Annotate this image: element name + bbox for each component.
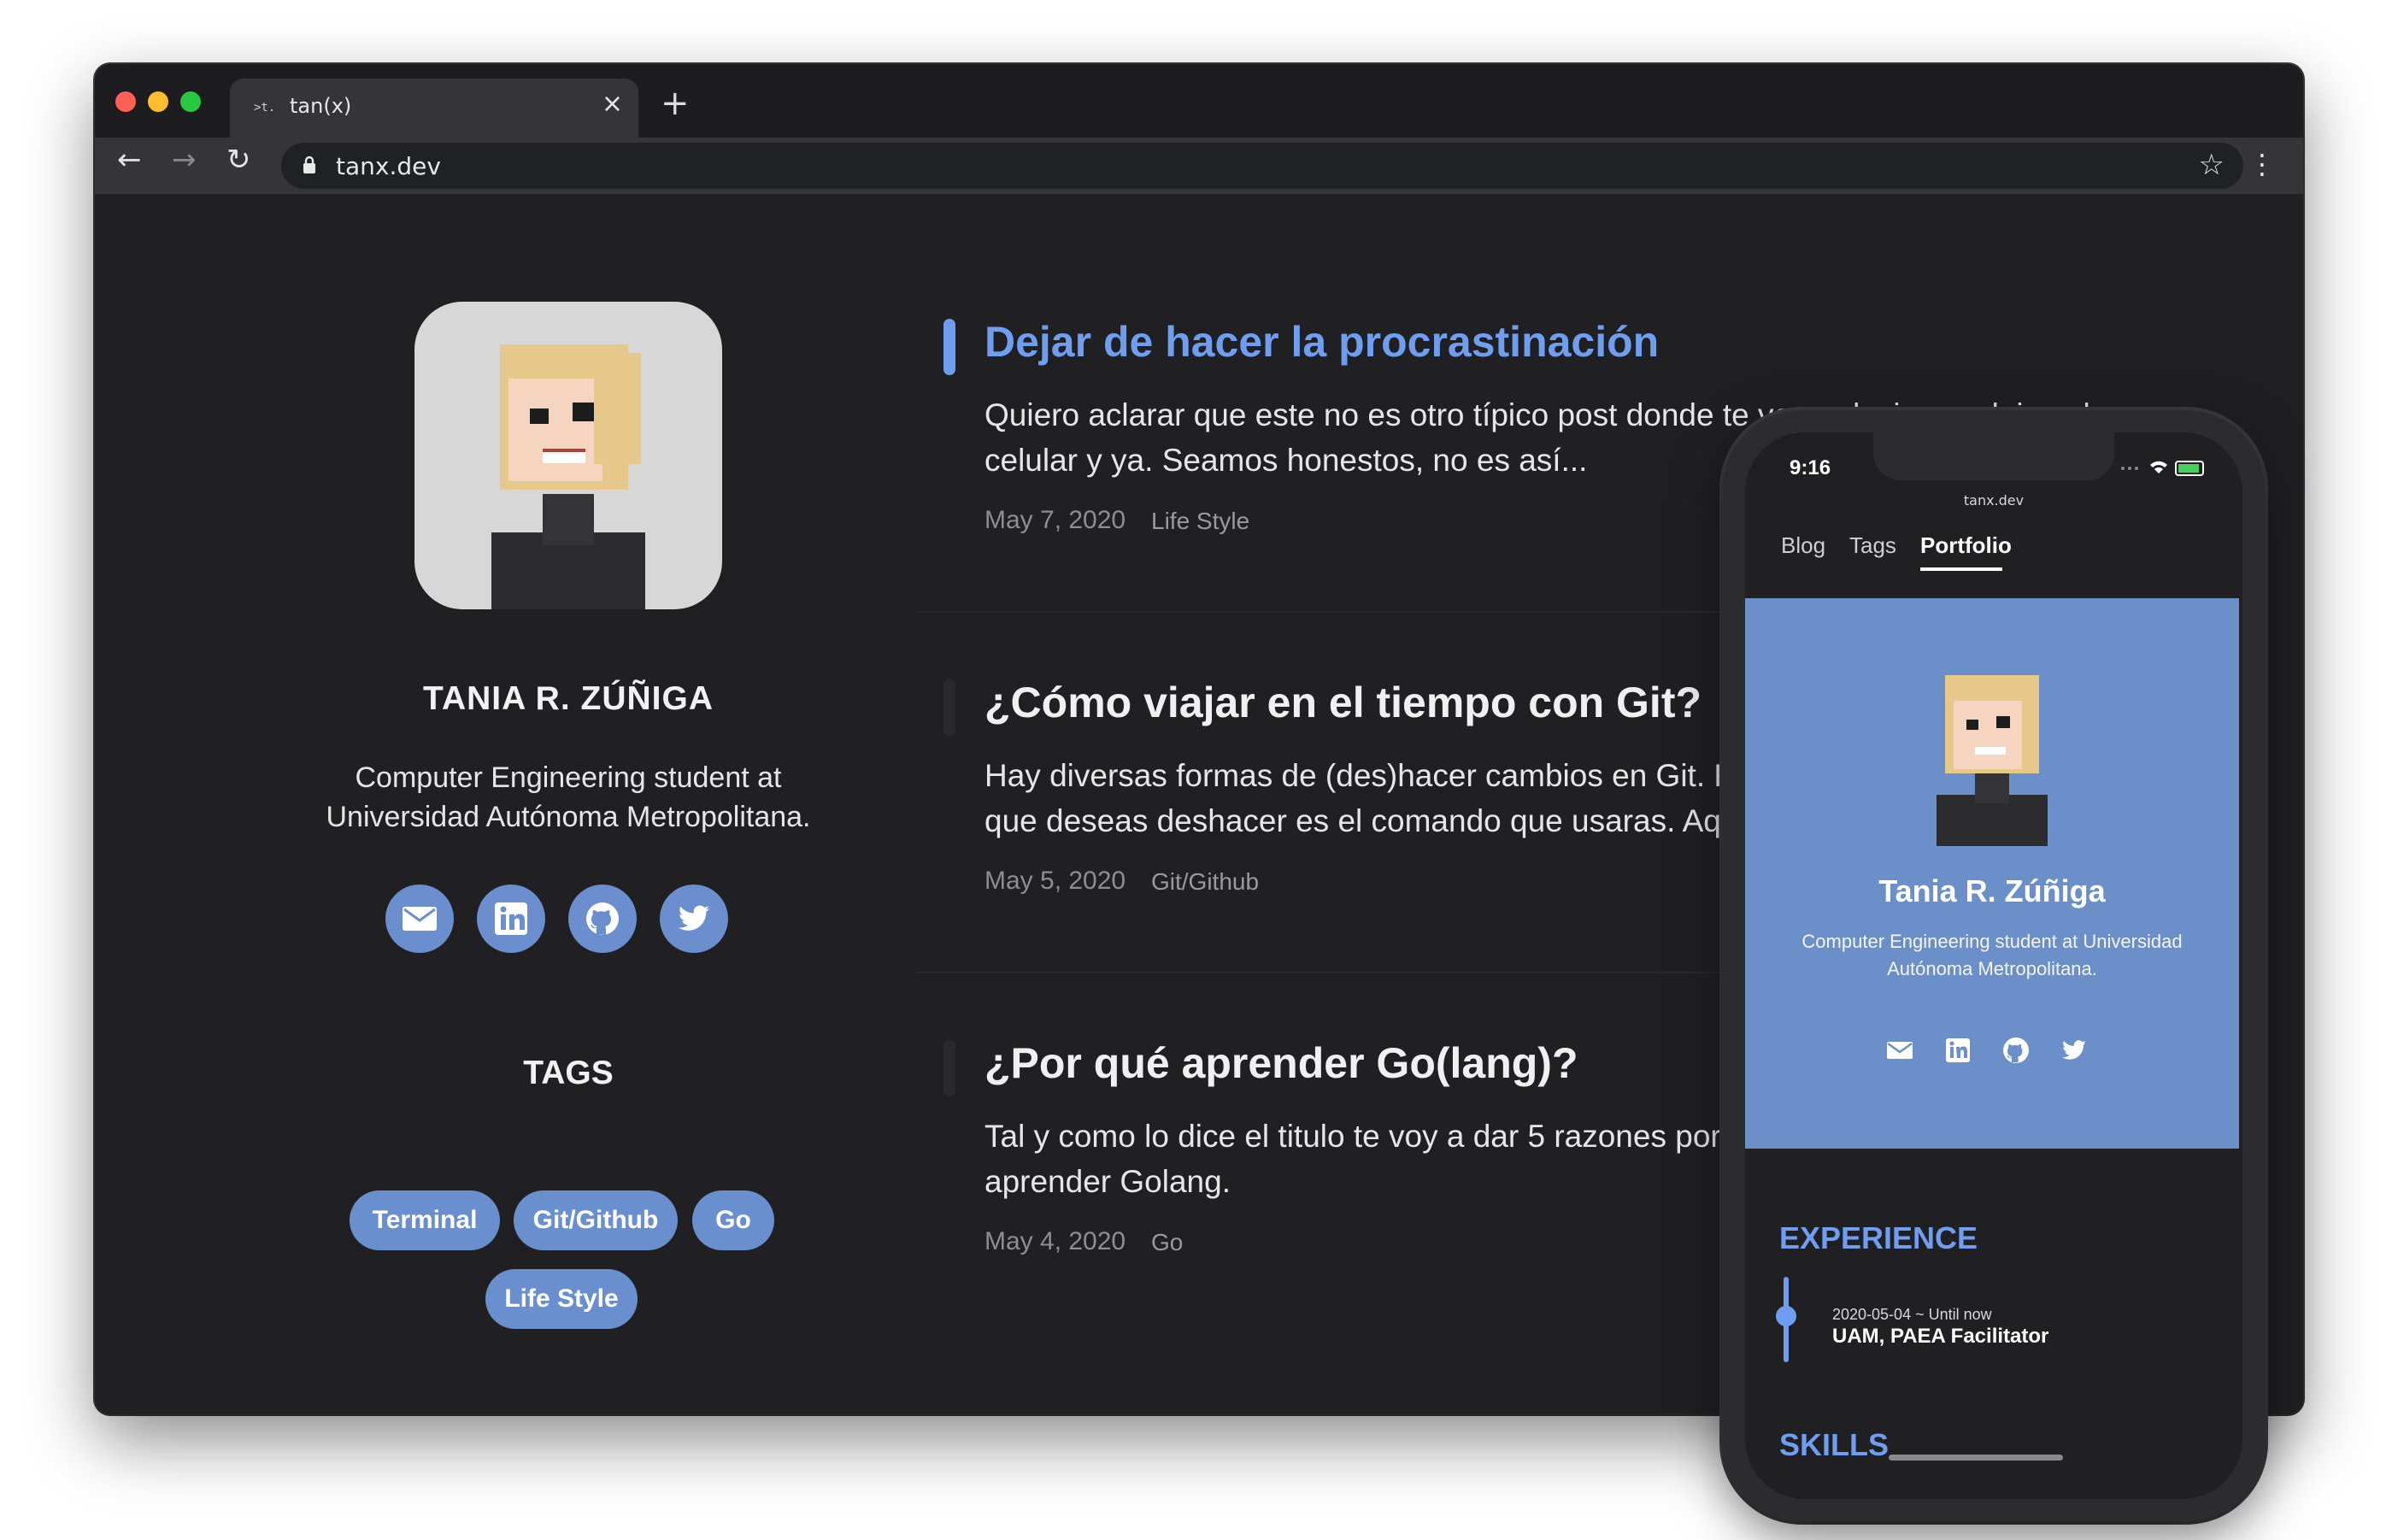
close-tab-icon[interactable]: × xyxy=(602,89,623,119)
post-tag[interactable]: Git/Github xyxy=(1151,868,1259,896)
email-icon xyxy=(403,907,437,931)
tab-bar: >t. tan(x) × + xyxy=(95,64,2303,138)
url-text: tanx.dev xyxy=(336,152,441,180)
forward-icon[interactable]: → xyxy=(172,143,197,177)
post-divider xyxy=(915,611,1855,613)
phone-url[interactable]: tanx.dev xyxy=(1745,492,2242,508)
active-nav-underline xyxy=(1920,567,2002,571)
experience-role: UAM, PAEA Facilitator xyxy=(1832,1325,2049,1348)
tag-terminal[interactable]: Terminal xyxy=(350,1190,500,1250)
phone-author-bio: Computer Engineering student at Universi… xyxy=(1801,931,2183,979)
pixel-avatar-illustration xyxy=(1937,675,2048,846)
phone-nav-blog[interactable]: Blog xyxy=(1781,532,1825,559)
post-indicator xyxy=(943,679,955,736)
experience-heading: EXPERIENCE xyxy=(1779,1220,1978,1255)
email-icon[interactable] xyxy=(1885,1036,1914,1065)
tags-heading: TAGS xyxy=(523,1055,614,1091)
tag-go[interactable]: Go xyxy=(692,1190,774,1250)
author-bio: Computer Engineering student at Universi… xyxy=(326,761,811,833)
post-tag[interactable]: Life Style xyxy=(1151,508,1249,535)
address-bar[interactable]: tanx.dev ☆ xyxy=(281,143,2243,189)
browser-toolbar: ← → ↻ tanx.dev ☆ ⋮ xyxy=(95,138,2303,194)
skills-heading: SKILLS xyxy=(1779,1427,1890,1462)
github-icon xyxy=(586,902,619,935)
github-link[interactable] xyxy=(568,885,637,953)
new-tab-button[interactable]: + xyxy=(661,86,690,120)
phone-nav-tags[interactable]: Tags xyxy=(1849,532,1896,559)
phone-nav-portfolio[interactable]: Portfolio xyxy=(1920,532,2012,559)
twitter-icon xyxy=(679,905,709,931)
linkedin-icon xyxy=(495,902,527,935)
maximize-window-button[interactable] xyxy=(180,91,201,112)
close-window-button[interactable] xyxy=(115,91,136,112)
tab-title: tan(x) xyxy=(290,94,352,118)
twitter-link[interactable] xyxy=(660,885,728,953)
browser-menu-icon[interactable]: ⋮ xyxy=(2248,148,2276,180)
tag-git-github[interactable]: Git/Github xyxy=(514,1190,678,1250)
experience-date: 2020-05-04 ~ Until now xyxy=(1832,1306,1992,1323)
phone-profile-card: Tania R. Zúñiga Computer Engineering stu… xyxy=(1745,598,2239,1149)
timeline-dot xyxy=(1776,1306,1796,1326)
twitter-icon[interactable] xyxy=(2060,1036,2089,1065)
phone-notch xyxy=(1873,432,2114,480)
post-tag[interactable]: Go xyxy=(1151,1229,1183,1256)
post-date: May 4, 2020 xyxy=(984,1227,1126,1255)
reload-icon[interactable]: ↻ xyxy=(226,143,251,177)
phone-author-name: Tania R. Zúñiga xyxy=(1878,873,2106,908)
email-link[interactable] xyxy=(385,885,454,953)
post-title[interactable]: Dejar de hacer la procrastinación xyxy=(984,317,1659,367)
avatar xyxy=(414,302,722,609)
phone-clock: 9:16 xyxy=(1790,456,1831,479)
browser-tab[interactable]: >t. tan(x) × xyxy=(230,79,638,138)
post-title[interactable]: ¿Por qué aprender Go(lang)? xyxy=(984,1038,1578,1088)
active-post-indicator xyxy=(943,319,955,375)
tag-life-style[interactable]: Life Style xyxy=(485,1269,638,1329)
post-divider xyxy=(915,972,1855,973)
post-date: May 7, 2020 xyxy=(984,506,1126,534)
home-indicator[interactable] xyxy=(1889,1455,2063,1461)
github-icon[interactable] xyxy=(2001,1036,2031,1065)
post-date: May 5, 2020 xyxy=(984,867,1126,895)
post-indicator xyxy=(943,1040,955,1096)
pixel-avatar-illustration xyxy=(491,344,645,609)
linkedin-link[interactable] xyxy=(477,885,545,953)
lock-icon xyxy=(303,156,315,173)
post-title[interactable]: ¿Cómo viajar en el tiempo con Git? xyxy=(984,678,1702,727)
author-name: TANIA R. ZÚÑIGA xyxy=(423,680,714,717)
bookmark-star-icon[interactable]: ☆ xyxy=(2199,148,2225,182)
status-icons xyxy=(2121,461,2204,476)
back-icon[interactable]: ← xyxy=(117,143,142,177)
linkedin-icon[interactable] xyxy=(1943,1036,1972,1065)
terminal-favicon-icon: >t. xyxy=(254,101,276,115)
minimize-window-button[interactable] xyxy=(148,91,168,112)
phone-mockup: 9:16 tanx.dev Blog Tags Portfolio Tania … xyxy=(1723,410,2265,1521)
